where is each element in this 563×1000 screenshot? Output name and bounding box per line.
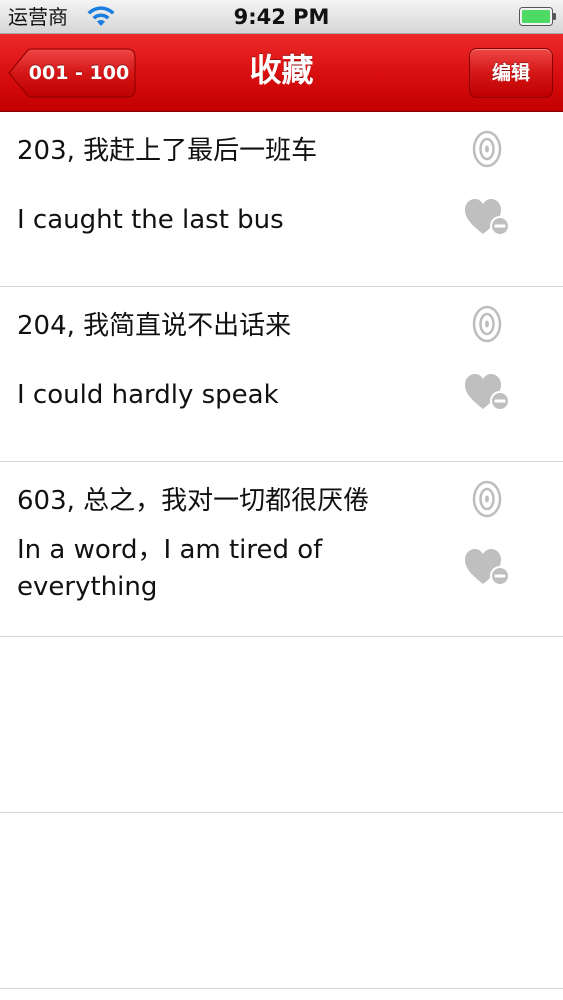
speaker-icon[interactable] xyxy=(472,480,502,518)
sentence-chinese: 204, 我简直说不出话来 xyxy=(17,311,292,341)
status-time: 9:42 PM xyxy=(233,5,330,29)
sentence-english: I could hardly speak xyxy=(17,380,279,410)
status-bar: 运营商 9:42 PM xyxy=(0,0,563,34)
heart-minus-icon[interactable] xyxy=(464,198,512,238)
heart-minus-icon[interactable] xyxy=(464,548,512,588)
sentence-english: I caught the last bus xyxy=(17,205,284,235)
sentence-english: In a word，I am tired of everything xyxy=(17,535,323,602)
navigation-bar: 001 - 100 收藏 编辑 xyxy=(0,34,563,112)
list-item: 204, 我简直说不出话来 I could hardly speak xyxy=(0,287,563,462)
sentence-chinese: 203, 我赶上了最后一班车 xyxy=(17,136,318,166)
speaker-icon[interactable] xyxy=(472,130,502,168)
sentence-chinese: 603, 总之，我对一切都很厌倦 xyxy=(17,486,370,516)
battery-icon xyxy=(519,7,556,26)
favorites-list: 203, 我赶上了最后一班车 I caught the last bus 204… xyxy=(0,112,563,989)
empty-row xyxy=(0,637,563,813)
edit-button[interactable]: 编辑 xyxy=(469,48,553,98)
list-item: 203, 我赶上了最后一班车 I caught the last bus xyxy=(0,112,563,287)
list-item: 603, 总之，我对一切都很厌倦 In a word，I am tired of… xyxy=(0,462,563,637)
empty-row xyxy=(0,813,563,989)
favorites-screen: 运营商 9:42 PM 001 - 100 收藏 编辑 203, 我赶上了最后一… xyxy=(0,0,563,1000)
speaker-icon[interactable] xyxy=(472,305,502,343)
heart-minus-icon[interactable] xyxy=(464,373,512,413)
